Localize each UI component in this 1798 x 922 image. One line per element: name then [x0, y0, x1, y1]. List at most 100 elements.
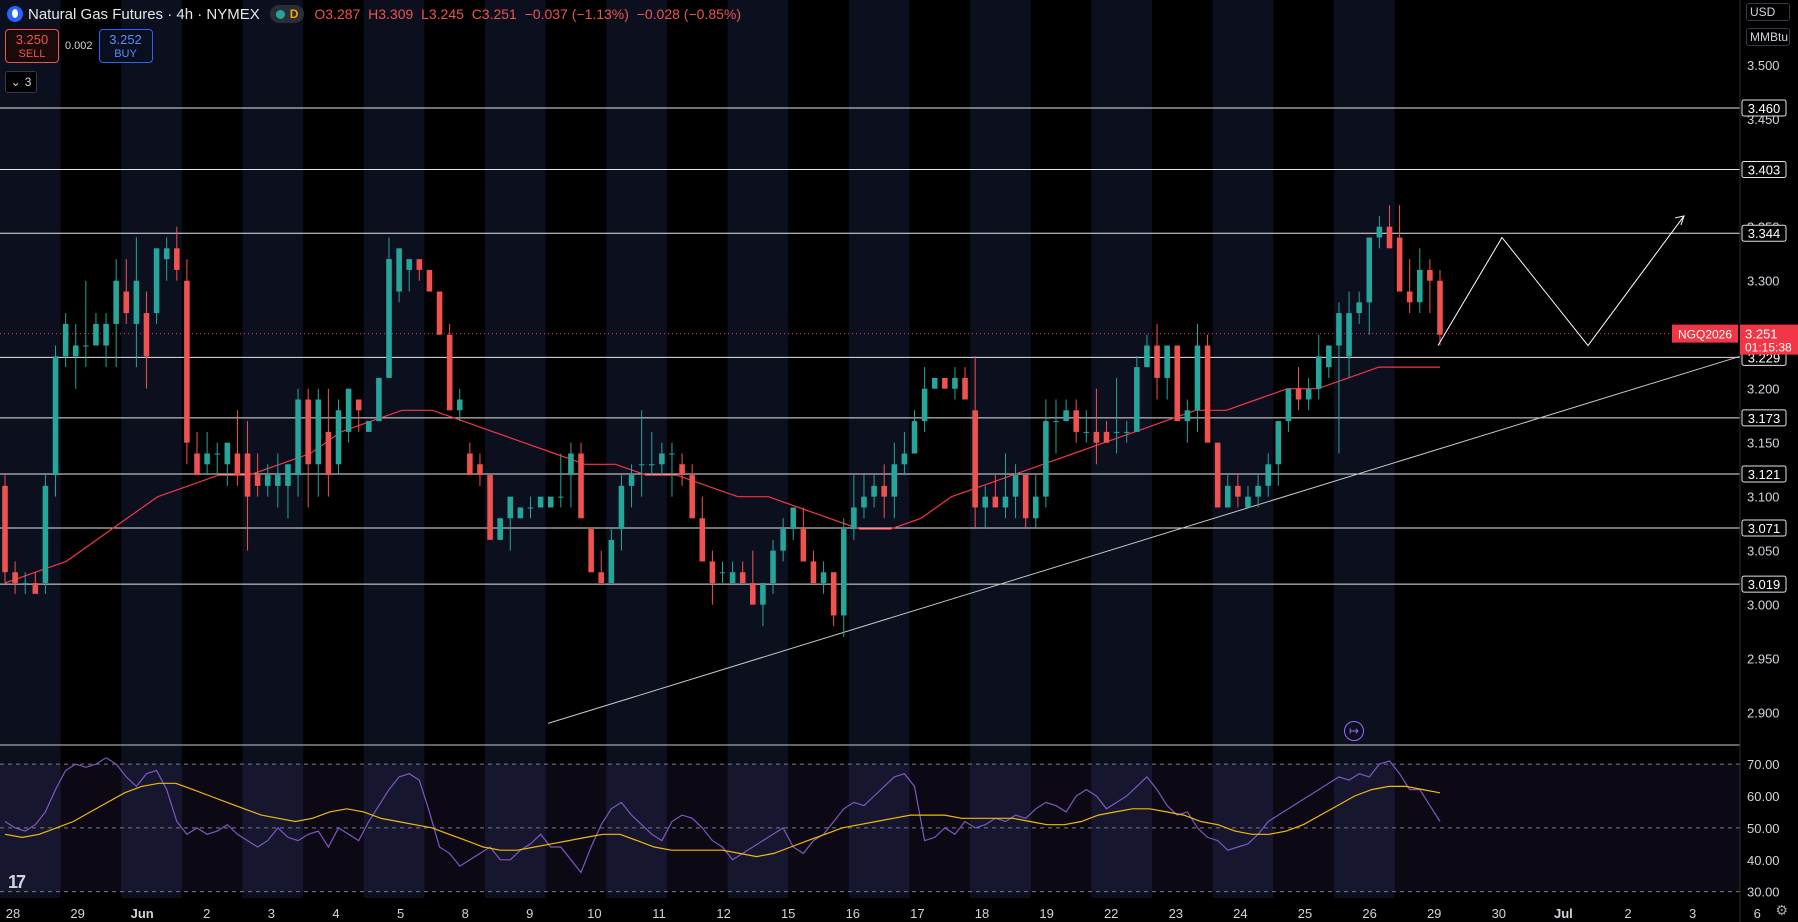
sell-price: 3.250 — [15, 32, 49, 47]
candle-body — [12, 572, 18, 584]
go-to-realtime-icon[interactable]: ↦ — [1344, 721, 1364, 741]
rsi-tick-label: 70.00 — [1747, 757, 1780, 772]
session-band — [485, 0, 546, 898]
gear-icon[interactable]: ⚙ — [1775, 902, 1788, 919]
candle-body — [315, 399, 322, 465]
candle-body — [1022, 475, 1029, 519]
time-tick-label: 29 — [1427, 906, 1441, 921]
candle-body — [982, 496, 989, 508]
candle-body — [618, 485, 625, 530]
candle-body — [942, 377, 948, 389]
candle-body — [881, 485, 887, 497]
level-label: 3.344 — [1748, 226, 1781, 241]
candle-body — [1154, 345, 1160, 378]
level-label: 3.460 — [1748, 101, 1781, 116]
rsi-tick-label: 50.00 — [1747, 821, 1780, 836]
candle-body — [921, 388, 928, 422]
time-tick-label: 22 — [1104, 906, 1118, 921]
symbol-title[interactable]: Natural Gas Futures · 4h · NYMEX — [28, 6, 260, 23]
candle-body — [1336, 313, 1342, 346]
candle-body — [1376, 226, 1383, 238]
candle-body — [467, 453, 473, 476]
last-price-label: 3.251 — [1745, 327, 1778, 342]
time-tick-label: Jun — [131, 906, 154, 921]
candle-body — [810, 561, 817, 584]
price-tick-label: 2.950 — [1747, 652, 1780, 667]
buy-button[interactable]: 3.252 BUY — [98, 29, 153, 63]
candle-body — [1275, 421, 1282, 465]
candle-body — [537, 496, 544, 508]
sell-button[interactable]: 3.250 SELL — [5, 29, 59, 63]
level-label: 3.403 — [1748, 163, 1781, 178]
candle-body — [962, 377, 968, 400]
currency-selector[interactable]: USD — [1746, 3, 1790, 21]
candle-body — [1204, 345, 1211, 443]
candle-body — [406, 259, 413, 270]
candle-body — [1073, 410, 1079, 432]
candle-body — [295, 399, 301, 476]
time-tick-label: 16 — [846, 906, 860, 921]
candle-body — [1417, 269, 1423, 303]
candle-body — [143, 313, 150, 357]
time-tick-label: 3 — [1689, 906, 1696, 921]
candle-body — [1043, 421, 1049, 497]
candle-body — [679, 464, 685, 476]
candle-body — [477, 464, 483, 476]
price-tick-label: 3.200 — [1747, 382, 1780, 397]
countdown-label: 01:15:38 — [1745, 341, 1792, 355]
candle-body — [386, 259, 392, 378]
candle-body — [62, 323, 69, 357]
candle-body — [648, 464, 655, 466]
candle-body — [1356, 302, 1362, 314]
time-tick-label: 5 — [397, 906, 404, 921]
candle-body — [760, 583, 766, 605]
candle-body — [1295, 388, 1302, 400]
time-tick-label: 3 — [268, 906, 275, 921]
ohlc-change-alt: −0.028 (−0.85%) — [636, 6, 741, 22]
sell-label: SELL — [18, 48, 46, 60]
candle-body — [1214, 442, 1221, 508]
price-chart[interactable]: 3.5003.4503.3503.3003.2003.1503.1003.050… — [0, 0, 1798, 922]
candle-body — [355, 399, 362, 411]
chevron-down-icon: ⌄ — [10, 75, 21, 89]
candle-body — [1093, 431, 1100, 443]
time-tick-label: 11 — [652, 906, 666, 921]
session-band — [1333, 0, 1395, 898]
candle-body — [628, 475, 635, 486]
time-tick-label: 19 — [1039, 906, 1053, 921]
time-tick-label: Jul — [1554, 906, 1573, 921]
candle-body — [305, 399, 311, 465]
candle-body — [800, 529, 807, 562]
session-band — [970, 0, 1031, 898]
candle-body — [204, 453, 210, 465]
candle-body — [234, 453, 241, 476]
candle-body — [578, 453, 584, 519]
price-axis-bg — [1740, 0, 1798, 922]
ohlc-high: H3.309 — [368, 6, 414, 22]
candle-body — [861, 496, 867, 508]
candle-body — [416, 259, 423, 270]
time-tick-label: 30 — [1492, 906, 1506, 921]
candle-body — [93, 323, 99, 346]
price-tick-label: 3.100 — [1747, 490, 1780, 505]
candle-body — [871, 485, 877, 497]
candle-body — [325, 431, 332, 476]
candle-body — [1245, 496, 1251, 508]
candle-body — [1103, 431, 1110, 443]
candle-body — [244, 453, 251, 497]
candle-body — [527, 507, 534, 509]
status-indicators[interactable]: D — [269, 5, 305, 23]
indicators-collapse-button[interactable]: ⌄ 3 — [5, 71, 37, 93]
candle-body — [1427, 269, 1433, 281]
time-tick-label: 10 — [587, 906, 601, 921]
candle-body — [264, 475, 271, 486]
candle-body — [699, 518, 706, 562]
candle-body — [1326, 345, 1332, 368]
candle-body — [224, 442, 231, 465]
unit-selector[interactable]: MMBtu — [1746, 28, 1790, 46]
candle-body — [366, 421, 372, 432]
ohlc-low: L3.245 — [421, 6, 464, 22]
candle-body — [608, 539, 615, 584]
candle-body — [507, 496, 514, 519]
time-tick-label: 23 — [1169, 906, 1183, 921]
